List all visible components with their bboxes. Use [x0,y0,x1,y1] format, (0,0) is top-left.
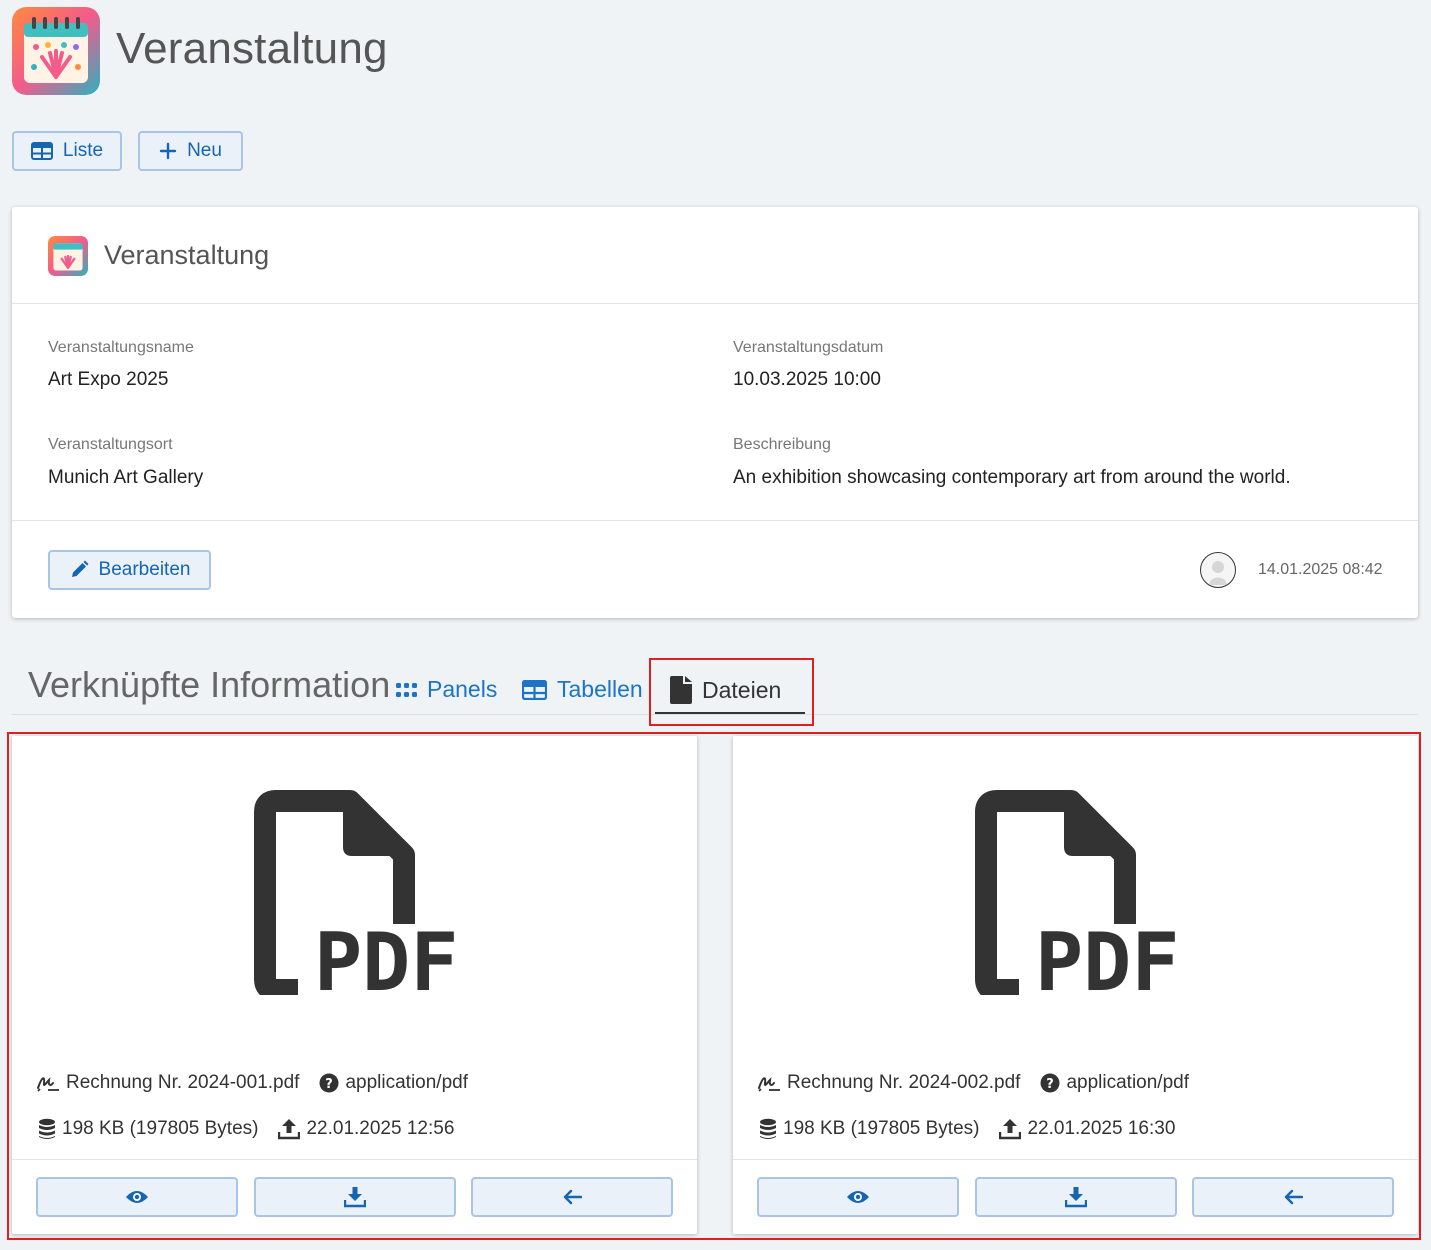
list-button-label: Liste [62,140,104,161]
file-mime: application/pdf [345,1072,468,1093]
event-date-label: Veranstaltungsdatum [733,339,884,356]
download-button[interactable] [254,1177,456,1217]
file-size: 198 KB (197805 Bytes) [783,1118,980,1139]
pdf-label: PDF [314,916,454,995]
event-name-label: Veranstaltungsname [48,339,194,356]
highlight-box-tab [649,658,814,726]
tab-panels-label: Panels [427,676,498,702]
file-card-divider [12,1159,697,1160]
event-description-label: Beschreibung [733,436,831,453]
pencil-icon [71,560,89,577]
event-location-value: Munich Art Gallery [48,467,204,488]
file-upload-date: 22.01.2025 12:56 [306,1118,455,1139]
eye-icon [126,1191,148,1203]
event-name-value: Art Expo 2025 [48,369,169,390]
file-info-row: 198 KB (197805 Bytes) 22.01.2025 16:30 [759,1118,1175,1140]
record-card: Veranstaltung Veranstaltungsname Art Exp… [12,207,1418,618]
file-size: 198 KB (197805 Bytes) [62,1118,259,1139]
question-circle-icon: ? [319,1073,339,1093]
download-icon [1065,1187,1087,1208]
record-card-header: Veranstaltung [12,207,1418,304]
file-name-row: Rechnung Nr. 2024-002.pdf ? application/… [757,1072,1189,1094]
table-icon [30,142,53,160]
download-button[interactable] [975,1177,1177,1217]
upload-icon [278,1119,301,1140]
svg-text:?: ? [1047,1077,1055,1092]
file-name: Rechnung Nr. 2024-002.pdf [787,1072,1021,1093]
page-title: Veranstaltung [116,24,388,73]
file-name: Rechnung Nr. 2024-001.pdf [66,1072,300,1093]
edit-button[interactable]: Bearbeiten [48,550,211,590]
event-description-value: An exhibition showcasing contemporary ar… [733,467,1291,488]
arrow-left-icon [563,1189,582,1205]
file-card: PDF Rechnung Nr. 2024-002.pdf ? applicat… [733,736,1418,1234]
new-button-label: Neu [187,140,222,161]
signature-icon [758,1077,780,1092]
pdf-file-icon: PDF [254,790,454,995]
signature-icon [37,1077,59,1092]
database-icon [39,1118,55,1139]
related-info-title: Verknüpfte Information [28,664,391,705]
event-icon [48,236,88,276]
file-upload-date: 22.01.2025 16:30 [1027,1118,1176,1139]
back-button[interactable] [471,1177,673,1217]
new-button[interactable]: Neu [138,131,243,171]
file-mime: application/pdf [1066,1072,1189,1093]
upload-icon [999,1119,1022,1140]
pdf-label: PDF [1035,916,1175,995]
file-card-divider [733,1159,1418,1160]
back-button[interactable] [1192,1177,1394,1217]
arrow-left-icon [1284,1189,1303,1205]
database-icon [760,1118,776,1139]
svg-text:?: ? [326,1077,334,1092]
event-date-value: 10.03.2025 10:00 [733,369,881,390]
plus-icon [159,142,177,160]
file-name-row: Rechnung Nr. 2024-001.pdf ? application/… [36,1072,468,1094]
table-icon [522,679,547,700]
avatar[interactable] [1200,552,1236,588]
file-info-row: 198 KB (197805 Bytes) 22.01.2025 12:56 [38,1118,454,1140]
tab-tables-label: Tabellen [557,676,643,702]
tab-tables[interactable]: Tabellen [522,676,643,703]
preview-button[interactable] [757,1177,959,1217]
tab-panels[interactable]: Panels [396,676,497,703]
edit-button-label: Bearbeiten [98,559,191,580]
eye-icon [847,1191,869,1203]
grid-dots-icon [396,682,417,697]
file-card: PDF Rechnung Nr. 2024-001.pdf ? applicat… [12,736,697,1234]
event-location-label: Veranstaltungsort [48,436,173,453]
record-card-title: Veranstaltung [104,240,270,270]
list-button[interactable]: Liste [12,131,122,171]
question-circle-icon: ? [1040,1073,1060,1093]
app-logo-icon [12,7,100,95]
pdf-file-icon: PDF [975,790,1175,995]
download-icon [344,1187,366,1208]
modified-timestamp: 14.01.2025 08:42 [1258,561,1383,578]
preview-button[interactable] [36,1177,238,1217]
card-divider [12,520,1418,521]
